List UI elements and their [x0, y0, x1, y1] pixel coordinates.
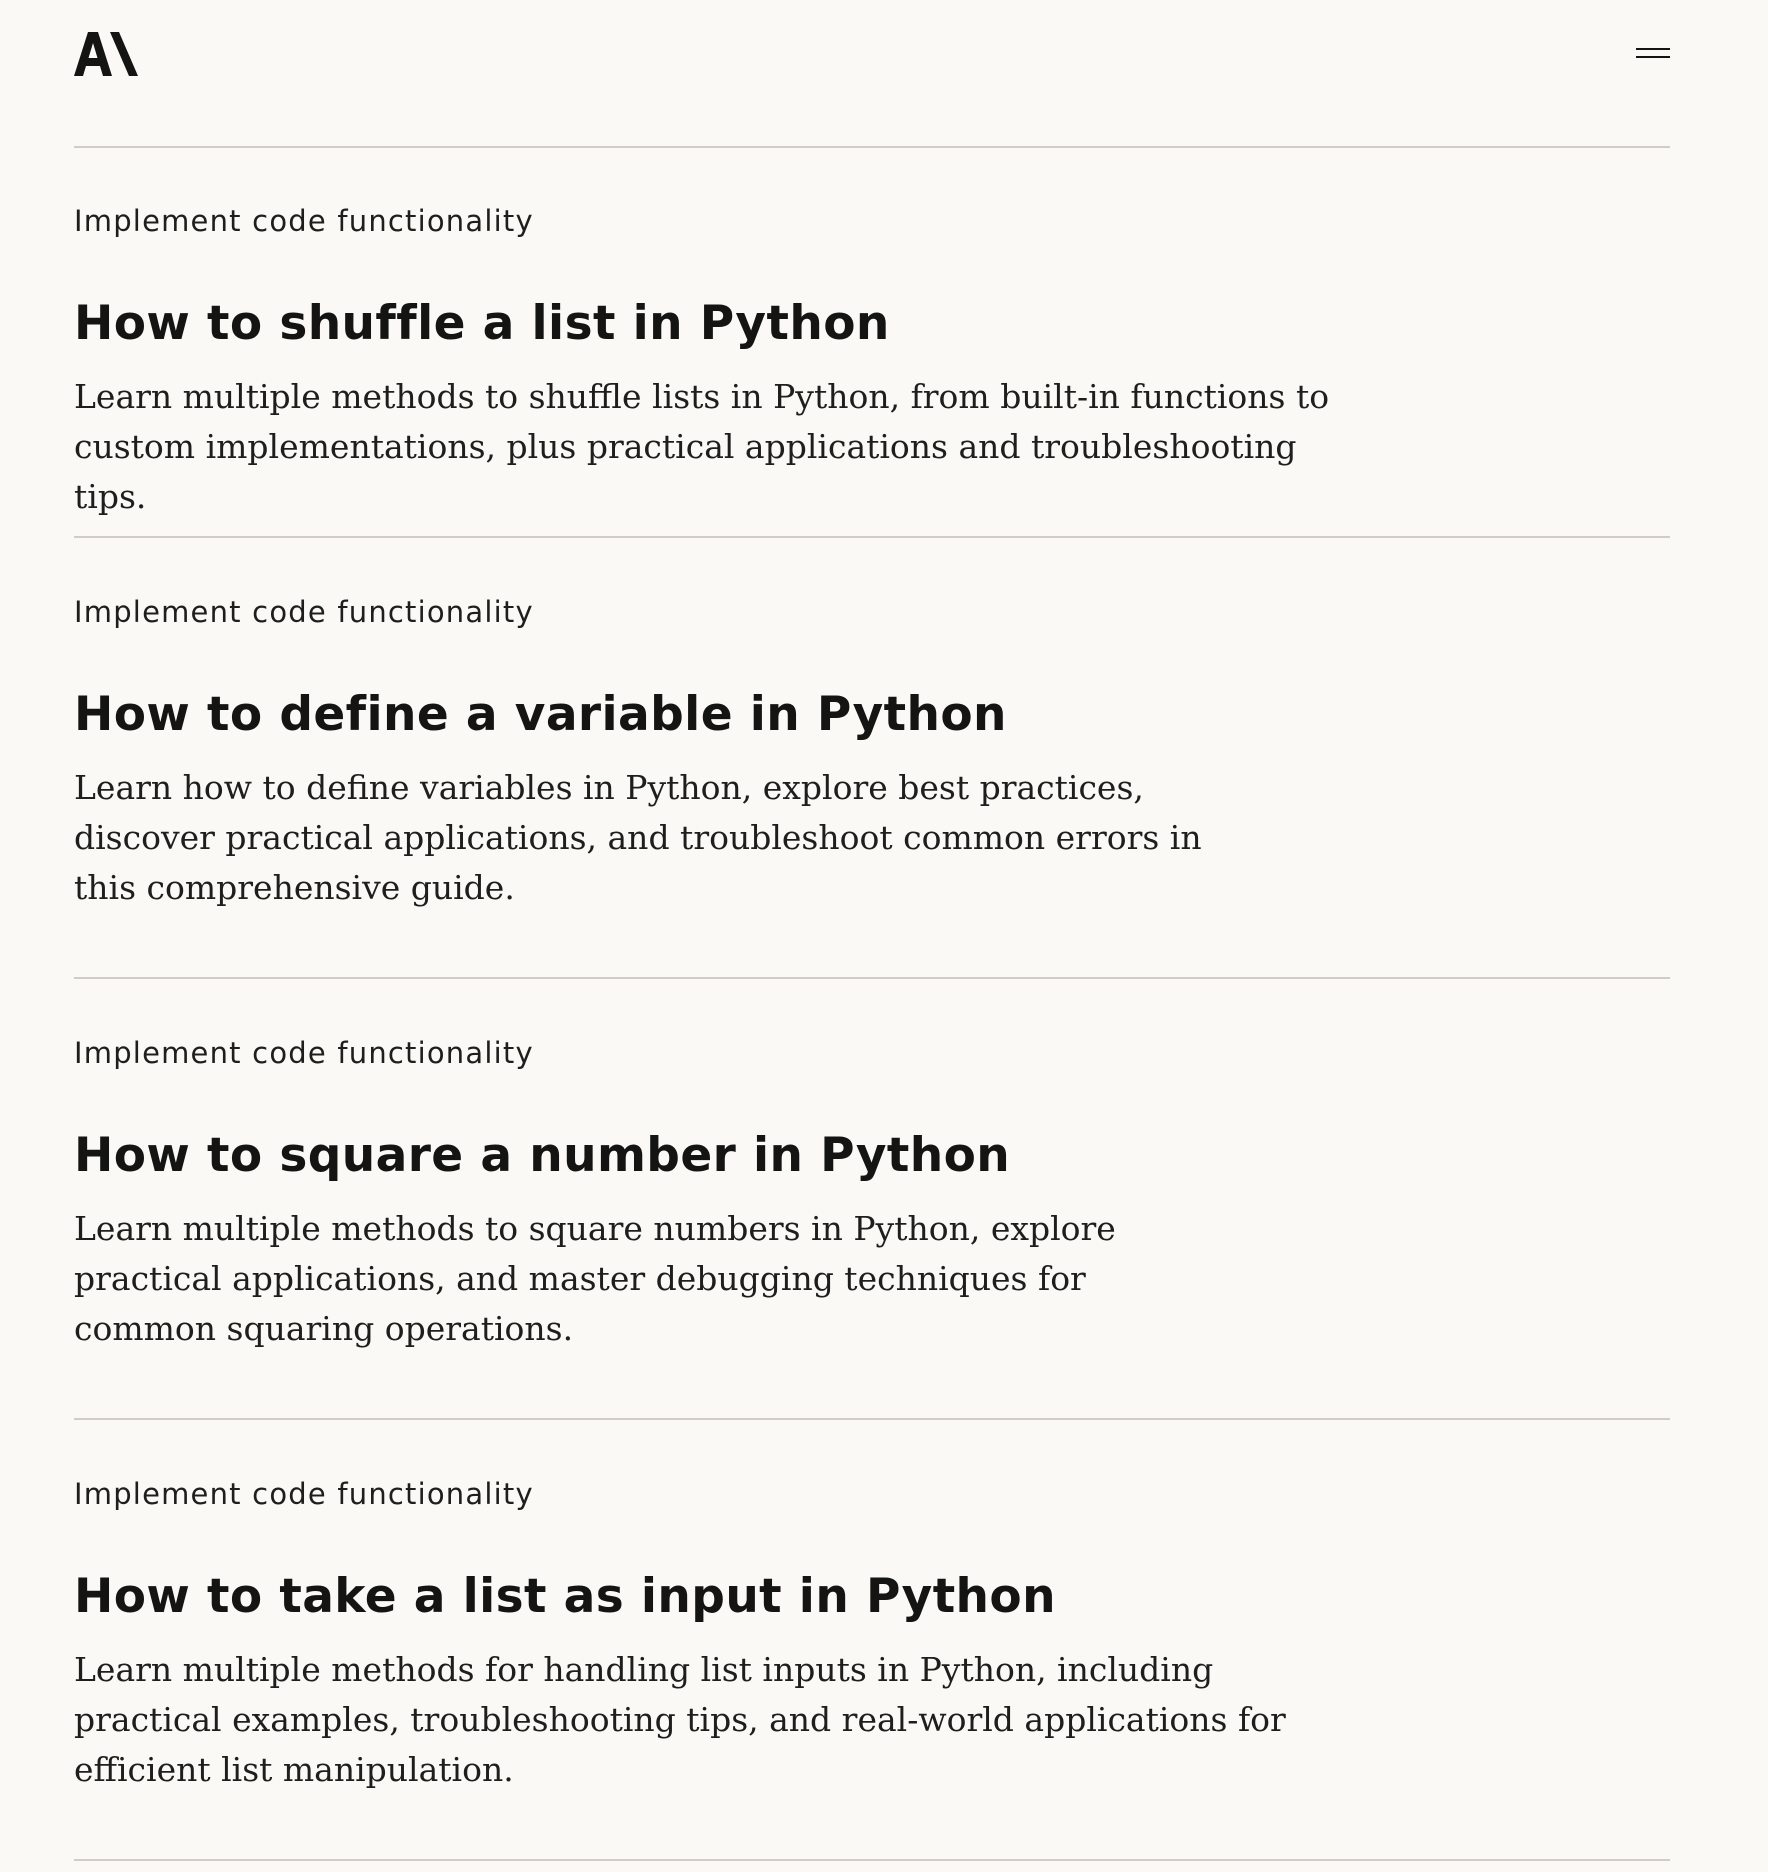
article-title[interactable]: How to take a list as input in Python	[74, 1569, 1056, 1624]
article-title[interactable]: How to define a variable in Python	[74, 687, 1007, 742]
article-card[interactable]: Implement code functionality How to defi…	[74, 538, 1670, 979]
page: Implement code functionality How to shuf…	[0, 0, 1768, 1872]
logo-mark	[74, 32, 138, 76]
article-title[interactable]: How to shuffle a list in Python	[74, 296, 890, 351]
article-category: Implement code functionality	[74, 595, 534, 629]
hamburger-menu-icon[interactable]	[1636, 40, 1670, 68]
article-category: Implement code functionality	[74, 204, 534, 238]
article-card[interactable]: Implement code functionality How to squa…	[74, 979, 1670, 1420]
article-category: Implement code functionality	[74, 1036, 534, 1070]
article-description: Learn multiple methods to square numbers…	[74, 1209, 1116, 1348]
site-header	[74, 0, 1670, 148]
article-description: Learn multiple methods to shuffle lists …	[74, 377, 1330, 516]
article-card[interactable]: Implement code functionality How to take…	[74, 1420, 1670, 1861]
article-description: Learn how to define variables in Python,…	[74, 768, 1202, 907]
article-description: Learn multiple methods for handling list…	[74, 1650, 1286, 1789]
article-list: Implement code functionality How to shuf…	[74, 148, 1670, 1861]
article-card[interactable]: Implement code functionality How to shuf…	[74, 148, 1670, 538]
anthropic-logo-icon[interactable]	[74, 32, 138, 76]
article-category: Implement code functionality	[74, 1477, 534, 1511]
article-title[interactable]: How to square a number in Python	[74, 1128, 1010, 1183]
